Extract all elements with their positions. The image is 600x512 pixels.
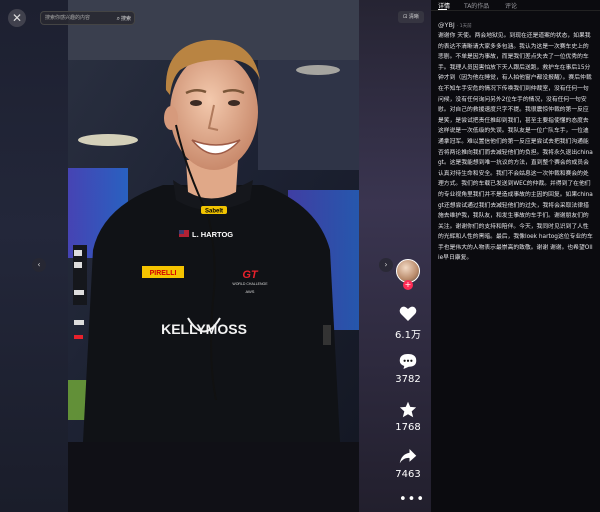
photo-letterbox — [68, 442, 359, 512]
active-tab-indicator — [438, 9, 447, 10]
post-time: · 1天前 — [456, 24, 472, 29]
post-photo[interactable]: Sabelt L. HARTOG PIRELLI GT WORLD CHALLE… — [68, 0, 359, 442]
tab-works[interactable]: TA的作品 — [464, 1, 489, 10]
search-button-label: 搜索 — [120, 16, 131, 22]
name-tag-text: L. HARTOG — [192, 230, 233, 239]
comment-icon — [399, 353, 417, 369]
share-count: 7463 — [395, 469, 421, 480]
panel-tabs: 详情 TA的作品 评论 — [431, 0, 600, 11]
comment-button[interactable]: 3782 — [389, 350, 427, 385]
video-viewer-app: Sabelt L. HARTOG PIRELLI GT WORLD CHALLE… — [0, 0, 600, 512]
chevron-right-icon: › — [384, 260, 388, 269]
detail-panel: 详情 TA的作品 评论 @YBJ · 1天前 谢谢你 天使。两会地狱见。到现在还是… — [431, 0, 600, 512]
author-line: @YBJ · 1天前 — [438, 21, 472, 29]
blurred-backdrop-right — [359, 0, 431, 512]
blurred-backdrop-left — [0, 0, 68, 512]
follow-button[interactable]: + — [403, 280, 413, 290]
tab-comments[interactable]: 评论 — [505, 1, 517, 10]
cap-brand-text: Sabelt — [205, 209, 223, 215]
share-button[interactable]: 7463 — [389, 445, 427, 480]
search-icon: ⌕ — [116, 15, 120, 22]
search-input[interactable]: 搜索你感兴趣的内容 ⌕搜索 — [40, 11, 135, 25]
close-icon: ✕ — [11, 11, 23, 25]
more-options-button[interactable]: ••• — [399, 492, 425, 507]
pirelli-logo-text: PIRELLI — [150, 270, 177, 277]
share-icon — [399, 448, 417, 463]
chevron-left-icon: ‹ — [37, 260, 41, 269]
close-button[interactable]: ✕ — [8, 9, 26, 27]
favorite-button[interactable]: 1768 — [389, 398, 427, 433]
clarity-button[interactable]: ⊡ 清晰 — [398, 11, 424, 23]
author-handle[interactable]: @YBJ — [438, 21, 455, 29]
previous-button[interactable]: ‹ — [32, 258, 46, 272]
clarity-label: ⊡ 清晰 — [403, 14, 419, 20]
search-button[interactable]: ⌕搜索 — [117, 13, 131, 25]
gt-logo-text: GT — [242, 269, 259, 281]
ellipsis-icon: ••• — [399, 492, 426, 507]
aws-text: AWS — [246, 289, 255, 294]
favorite-count: 1768 — [395, 422, 421, 433]
star-icon — [399, 401, 417, 417]
comment-count: 3782 — [395, 374, 421, 385]
like-count: 6.1万 — [395, 330, 421, 341]
media-viewer: Sabelt L. HARTOG PIRELLI GT WORLD CHALLE… — [0, 0, 431, 512]
driver-portrait-image: Sabelt L. HARTOG PIRELLI GT WORLD CHALLE… — [68, 0, 359, 442]
like-button[interactable]: 6.1万 — [389, 302, 427, 341]
heart-icon — [399, 306, 417, 321]
gt-sub-text: WORLD CHALLENGE — [232, 282, 268, 286]
search-placeholder: 搜索你感兴趣的内容 — [45, 15, 91, 21]
plus-icon: + — [404, 280, 412, 289]
team-logo-text: KELLYMOSS — [161, 321, 247, 337]
next-button[interactable]: › — [379, 258, 393, 272]
post-description: 谢谢你 天使。两会地狱见。到现在还是道案的状态，如果我的表达不清晰请大家多多包涵… — [438, 33, 593, 262]
